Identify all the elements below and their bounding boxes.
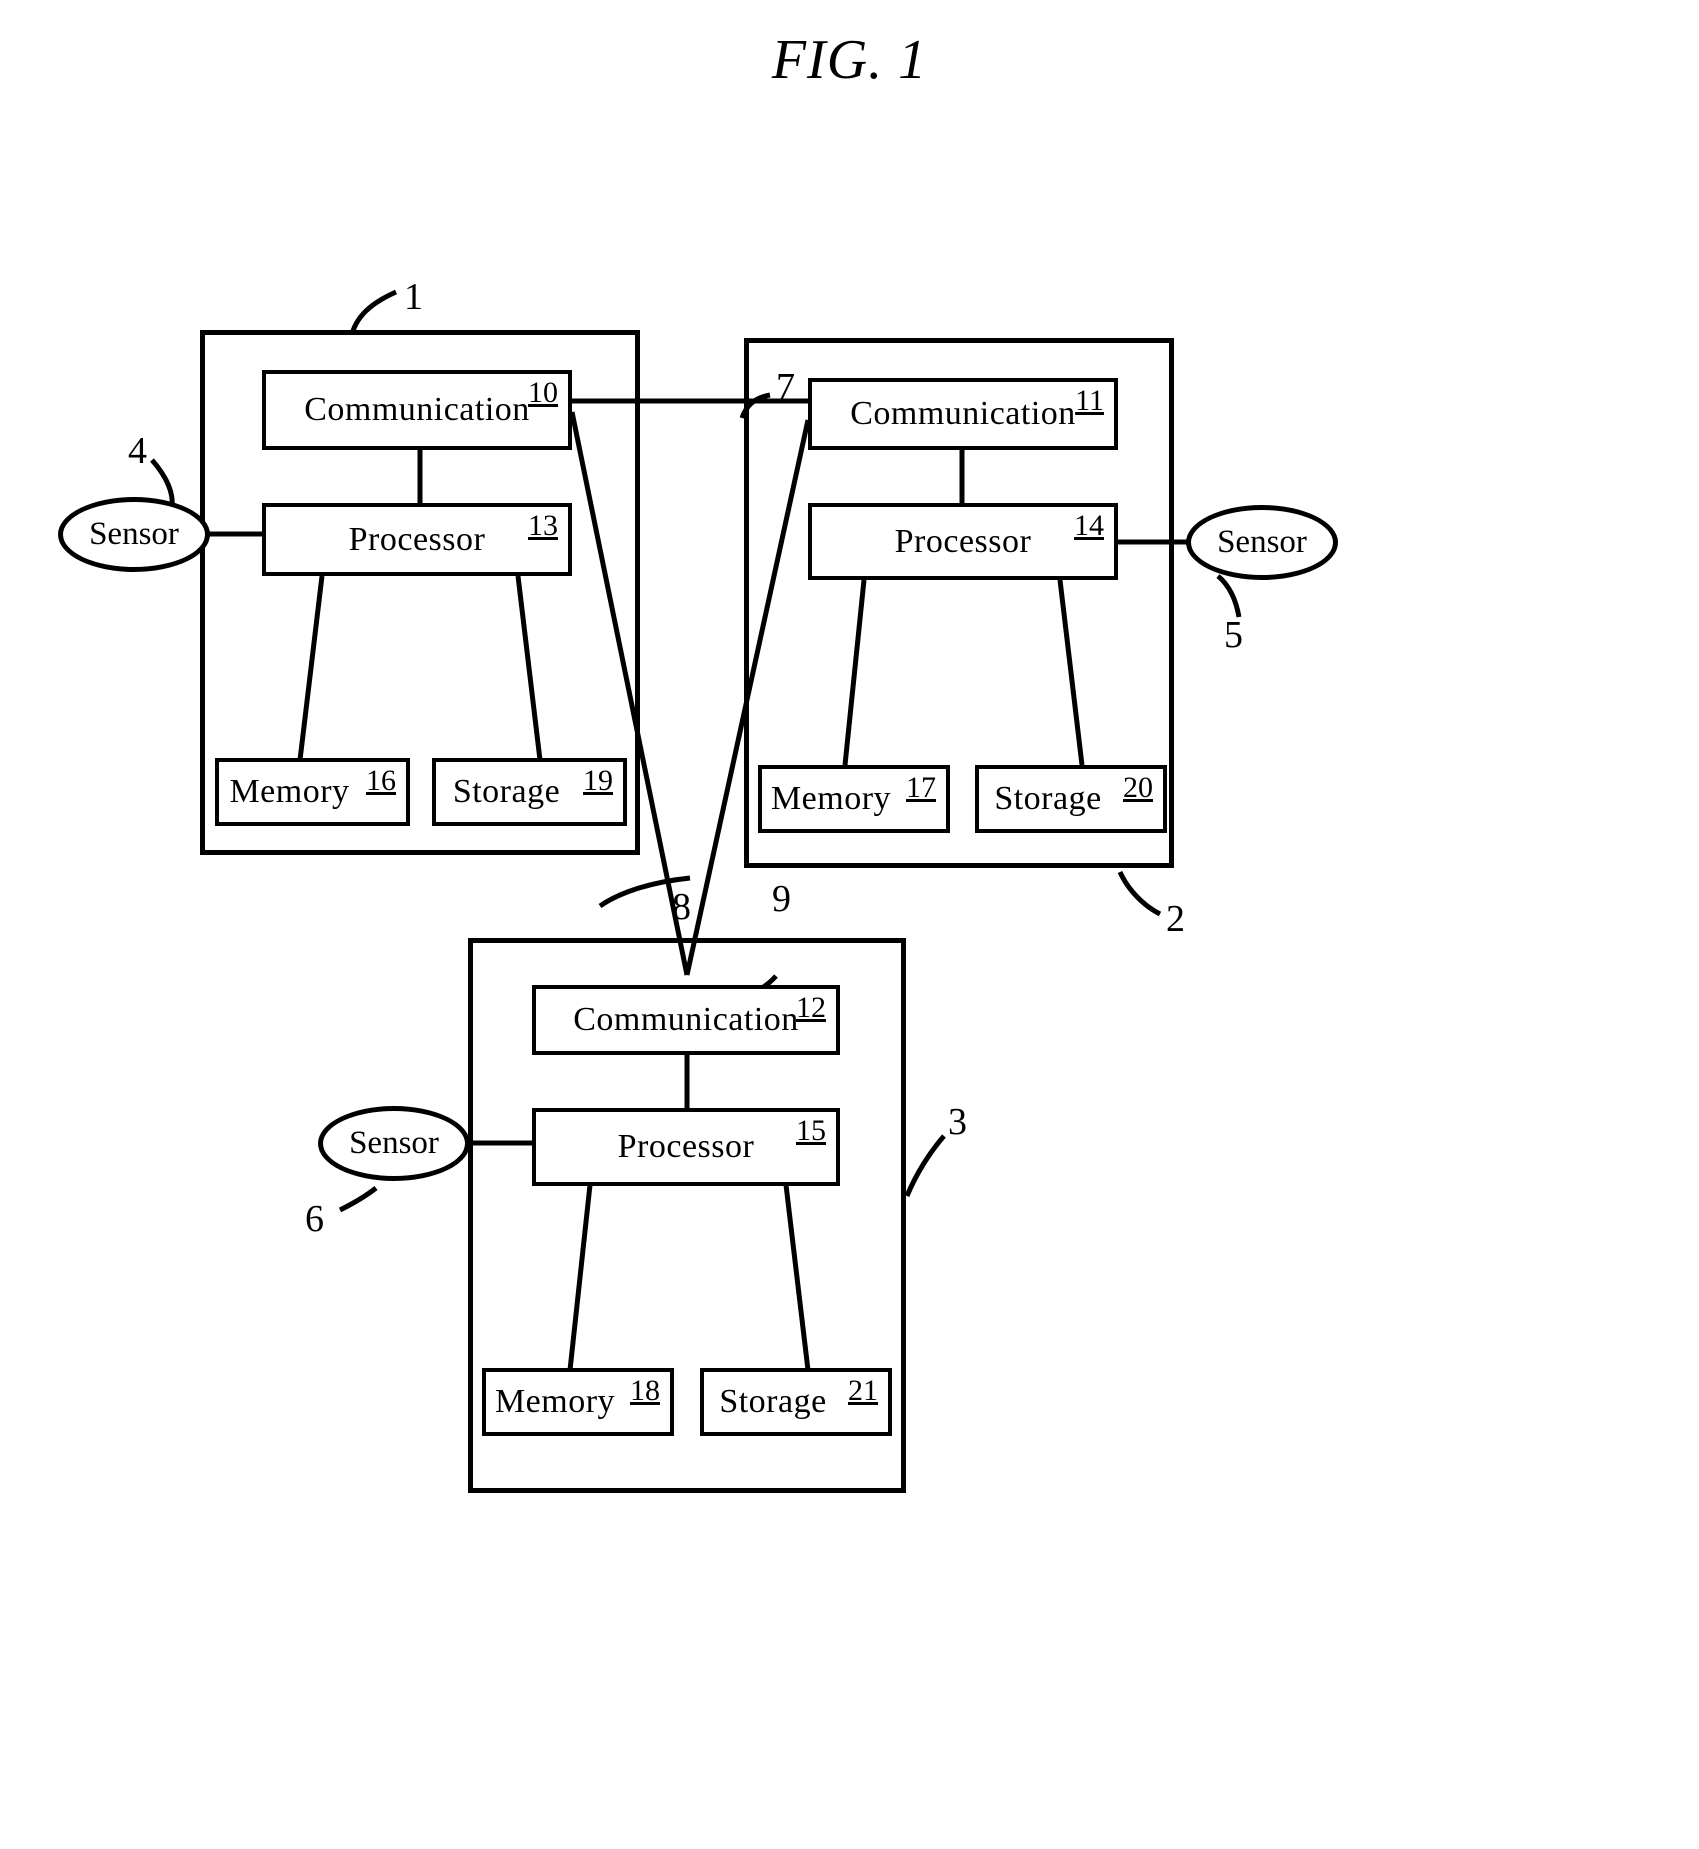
unit-label: Processor [894,522,1032,560]
leader-line-3 [904,1134,946,1197]
leader-line-6 [338,1186,378,1213]
unit-ref-number: 17 [906,771,936,804]
sensor-6[interactable]: Sensor [318,1106,470,1181]
ref-label-sensor-5: 5 [1224,614,1243,656]
unit-communication-12[interactable]: Communication 12 [532,985,840,1055]
unit-label: Communication [573,1001,799,1038]
unit-memory-18[interactable]: Memory 18 [482,1368,674,1436]
connector-layer [150,289,1242,1371]
unit-label: Communication [304,391,530,428]
unit-label: Processor [617,1128,755,1165]
ref-label-link-8: 8 [672,886,691,928]
unit-storage-20[interactable]: Storage 20 [975,765,1167,833]
unit-label: Processor [348,520,486,558]
unit-communication-10[interactable]: Communication 10 [262,370,572,450]
sensor-label: Sensor [349,1125,439,1161]
leader-line-5 [1216,574,1242,618]
unit-communication-11[interactable]: Communication 11 [808,378,1118,450]
unit-ref-number: 10 [528,376,558,409]
figure-canvas: FIG. 1 1 Communication 10 Processor 13 M… [0,0,1699,1849]
unit-processor-13[interactable]: Processor 13 [262,503,572,576]
ref-label-node-2: 2 [1166,898,1185,940]
unit-storage-21[interactable]: Storage 21 [700,1368,892,1436]
unit-processor-14[interactable]: Processor 14 [808,503,1118,580]
sensor-label: Sensor [1217,524,1307,560]
unit-ref-number: 15 [796,1114,826,1147]
unit-memory-17[interactable]: Memory 17 [758,765,950,833]
leader-line-1 [349,289,398,335]
ref-label-sensor-4: 4 [128,430,147,472]
unit-storage-19[interactable]: Storage 19 [432,758,627,826]
ref-label-sensor-6: 6 [305,1198,324,1240]
ref-label-node-3: 3 [948,1101,967,1143]
unit-ref-number: 13 [528,509,558,542]
unit-ref-number: 19 [583,764,613,797]
sensor-label: Sensor [89,516,179,552]
ref-label-node-1: 1 [404,276,423,318]
unit-label: Communication [850,395,1076,432]
unit-ref-number: 12 [796,991,826,1024]
leader-line-2 [1117,870,1162,917]
unit-ref-number: 21 [848,1374,878,1407]
unit-processor-15[interactable]: Processor 15 [532,1108,840,1186]
unit-ref-number: 11 [1075,384,1104,417]
unit-ref-number: 14 [1074,509,1104,542]
unit-ref-number: 20 [1123,771,1153,804]
sensor-5[interactable]: Sensor [1186,505,1338,580]
unit-ref-number: 18 [630,1374,660,1407]
unit-ref-number: 16 [366,764,396,797]
ref-label-link-7: 7 [776,366,795,408]
unit-memory-16[interactable]: Memory 16 [215,758,410,826]
sensor-4[interactable]: Sensor [58,497,210,572]
ref-label-link-9: 9 [772,878,791,920]
